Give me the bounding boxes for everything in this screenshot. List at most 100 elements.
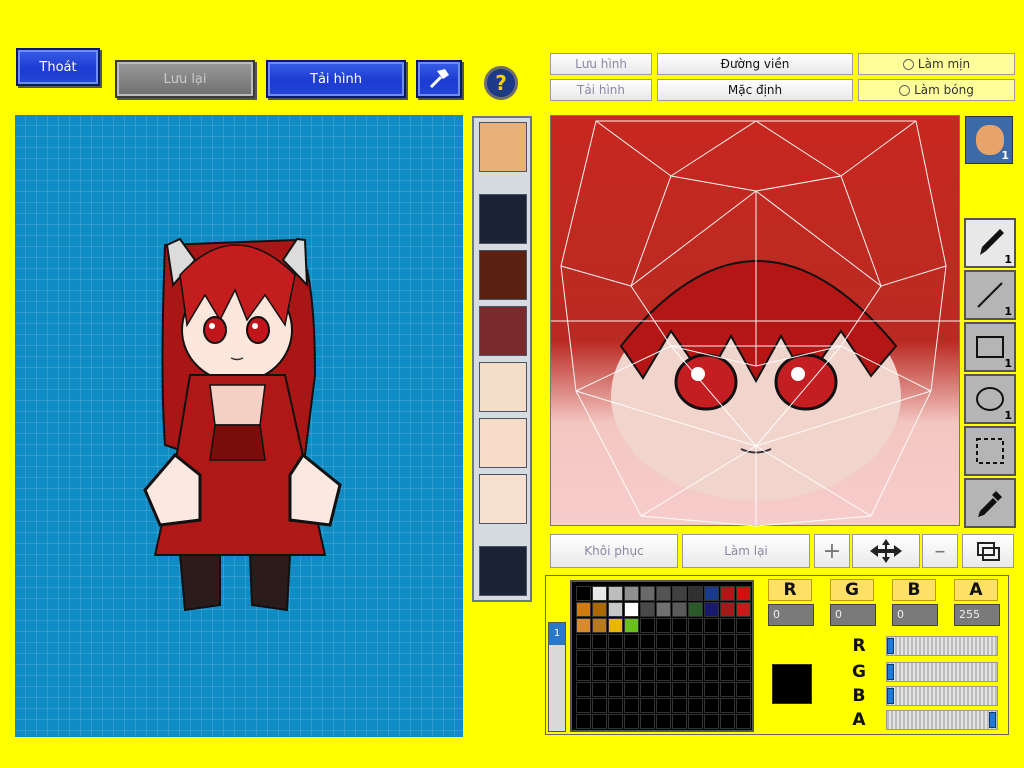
thumbnail-skin-1[interactable] <box>479 418 527 468</box>
palette-swatch[interactable] <box>576 682 591 697</box>
b-value-field[interactable]: 0 <box>892 604 938 626</box>
palette-swatch[interactable] <box>688 682 703 697</box>
palette-swatch[interactable] <box>688 634 703 649</box>
character-preview-canvas[interactable] <box>15 115 463 737</box>
thumbnail-skin-2[interactable] <box>479 474 527 524</box>
b-slider[interactable] <box>886 686 998 706</box>
palette-swatch[interactable] <box>592 698 607 713</box>
palette-swatch[interactable] <box>592 602 607 617</box>
palette-swatch[interactable] <box>592 650 607 665</box>
face-edit-canvas[interactable] <box>550 115 961 527</box>
thumbnail-empty-2[interactable] <box>479 546 527 596</box>
palette-swatch[interactable] <box>576 714 591 729</box>
exit-button[interactable]: Thoát <box>16 48 100 86</box>
palette-swatch[interactable] <box>720 682 735 697</box>
palette-swatch[interactable] <box>624 682 639 697</box>
palette-swatch[interactable] <box>720 618 735 633</box>
help-button[interactable]: ? <box>484 66 518 100</box>
move-button[interactable] <box>852 534 920 568</box>
palette-swatch[interactable] <box>592 714 607 729</box>
restore-button[interactable]: Khôi phục <box>550 534 678 568</box>
redo-button[interactable]: Làm lại <box>682 534 810 568</box>
palette-swatch[interactable] <box>624 586 639 601</box>
a-slider[interactable] <box>886 710 998 730</box>
palette-swatch[interactable] <box>656 618 671 633</box>
thumbnail-creature[interactable] <box>479 250 527 300</box>
palette-swatch[interactable] <box>576 618 591 633</box>
palette-swatch[interactable] <box>608 682 623 697</box>
tab-outline[interactable]: Đường viền <box>657 53 853 75</box>
palette-swatch[interactable] <box>736 714 751 729</box>
palette-swatch[interactable] <box>640 714 655 729</box>
a-slider-knob[interactable] <box>989 712 996 728</box>
r-value-field[interactable]: 0 <box>768 604 814 626</box>
palette-swatch[interactable] <box>672 586 687 601</box>
palette-swatch[interactable] <box>608 650 623 665</box>
thumbnail-armor[interactable] <box>479 306 527 356</box>
palette-swatch[interactable] <box>608 602 623 617</box>
palette-swatch[interactable] <box>640 666 655 681</box>
palette-swatch[interactable] <box>720 586 735 601</box>
palette-swatch[interactable] <box>640 586 655 601</box>
palette-swatch[interactable] <box>688 618 703 633</box>
palette-swatch[interactable] <box>624 634 639 649</box>
palette-swatch[interactable] <box>608 634 623 649</box>
palette-swatch[interactable] <box>704 586 719 601</box>
palette-swatch[interactable] <box>672 650 687 665</box>
eyedropper-tool[interactable] <box>964 478 1016 528</box>
palette-swatch[interactable] <box>576 602 591 617</box>
r-slider-knob[interactable] <box>887 638 894 654</box>
hammer-button[interactable] <box>416 60 462 98</box>
palette-swatch[interactable] <box>640 682 655 697</box>
palette-swatch[interactable] <box>736 618 751 633</box>
minus-button[interactable]: – <box>922 534 958 568</box>
a-value-field[interactable]: 255 <box>954 604 1000 626</box>
layer-copy-button[interactable] <box>962 534 1014 568</box>
rectangle-tool[interactable]: 1 <box>964 322 1016 372</box>
palette-swatch[interactable] <box>688 666 703 681</box>
palette-swatch[interactable] <box>704 618 719 633</box>
layer-avatar[interactable]: 1 <box>965 116 1013 164</box>
palette-swatch[interactable] <box>608 698 623 713</box>
palette-swatch[interactable] <box>736 698 751 713</box>
select-tool[interactable] <box>964 426 1016 476</box>
save-button[interactable]: Lưu lại <box>115 60 255 98</box>
palette-swatch[interactable] <box>672 666 687 681</box>
palette-swatch[interactable] <box>672 714 687 729</box>
palette-swatch[interactable] <box>704 698 719 713</box>
palette-swatch[interactable] <box>720 602 735 617</box>
palette-swatch[interactable] <box>608 714 623 729</box>
palette-swatch[interactable] <box>736 666 751 681</box>
palette-tab-1[interactable]: 1 <box>549 623 565 645</box>
r-slider[interactable] <box>886 636 998 656</box>
palette-swatch[interactable] <box>656 682 671 697</box>
ellipse-tool[interactable]: 1 <box>964 374 1016 424</box>
palette-swatch[interactable] <box>624 618 639 633</box>
palette-swatch[interactable] <box>672 698 687 713</box>
palette-swatch[interactable] <box>640 634 655 649</box>
palette-swatch[interactable] <box>640 650 655 665</box>
line-tool[interactable]: 1 <box>964 270 1016 320</box>
thumbnail-purple-eyes[interactable] <box>479 362 527 412</box>
thumbnail-empty[interactable] <box>479 194 527 244</box>
palette-swatch[interactable] <box>624 698 639 713</box>
palette-swatch[interactable] <box>704 682 719 697</box>
palette-swatch[interactable] <box>656 586 671 601</box>
add-button[interactable]: + <box>814 534 850 568</box>
g-slider-knob[interactable] <box>887 664 894 680</box>
palette-swatch[interactable] <box>592 634 607 649</box>
palette-swatch[interactable] <box>592 666 607 681</box>
palette-swatch[interactable] <box>672 602 687 617</box>
palette-swatch[interactable] <box>576 586 591 601</box>
palette-swatch[interactable] <box>688 714 703 729</box>
palette-swatch[interactable] <box>736 682 751 697</box>
palette-swatch[interactable] <box>704 634 719 649</box>
palette-swatch[interactable] <box>688 602 703 617</box>
palette-swatch[interactable] <box>672 682 687 697</box>
palette-swatch[interactable] <box>576 666 591 681</box>
palette-swatch[interactable] <box>672 634 687 649</box>
thumbnail-face-boy[interactable] <box>479 122 527 172</box>
tab-save-image[interactable]: Lưu hình <box>550 53 652 75</box>
palette-swatch[interactable] <box>592 586 607 601</box>
palette-swatch[interactable] <box>656 634 671 649</box>
